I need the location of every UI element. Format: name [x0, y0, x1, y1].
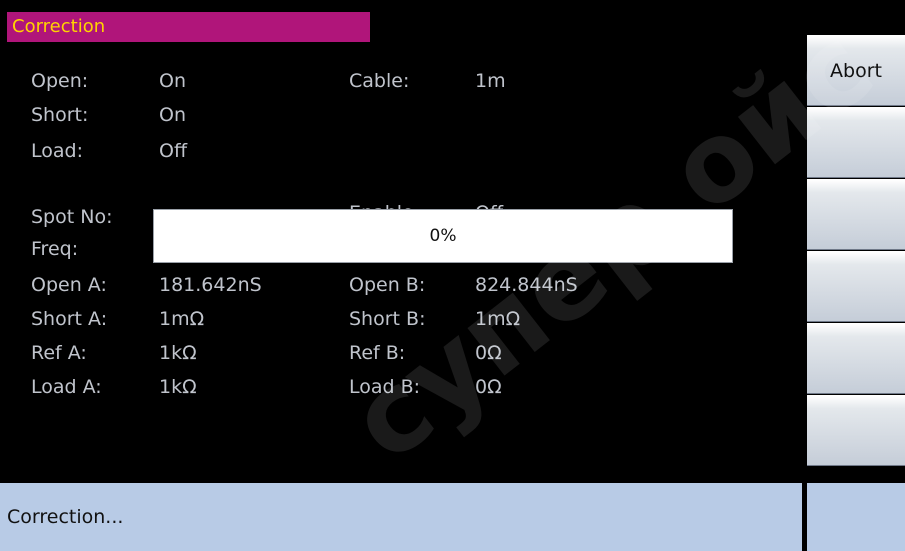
- cable-value: 1m: [475, 70, 506, 92]
- open-a-label: Open A:: [31, 274, 107, 296]
- short-a-value: 1mΩ: [159, 308, 205, 330]
- status-bar: Correction...: [0, 483, 802, 551]
- load-label: Load:: [31, 140, 83, 162]
- open-b-value: 824.844nS: [475, 274, 578, 296]
- short-b-label: Short B:: [349, 308, 426, 330]
- short-value: On: [159, 104, 186, 126]
- progress-dialog: 0%: [153, 209, 733, 263]
- open-b-label: Open B:: [349, 274, 426, 296]
- freq-label: Freq:: [31, 238, 79, 260]
- load-value: Off: [159, 140, 188, 162]
- status-bar-right: [807, 483, 905, 551]
- open-value: On: [159, 70, 186, 92]
- ref-b-label: Ref B:: [349, 342, 406, 364]
- open-label: Open:: [31, 70, 89, 92]
- short-b-value: 1mΩ: [475, 308, 521, 330]
- abort-button[interactable]: Abort: [807, 35, 905, 106]
- page-title: Correction: [7, 12, 370, 42]
- spot-label: Spot No:: [31, 206, 113, 228]
- ref-a-label: Ref A:: [31, 342, 87, 364]
- short-label: Short:: [31, 104, 89, 126]
- softkey-3[interactable]: [807, 179, 905, 250]
- softkey-5[interactable]: [807, 323, 905, 394]
- softkey-4[interactable]: [807, 251, 905, 322]
- short-a-label: Short A:: [31, 308, 108, 330]
- load-b-value: 0Ω: [475, 376, 502, 398]
- cable-label: Cable:: [349, 70, 410, 92]
- softkey-2[interactable]: [807, 107, 905, 178]
- load-a-value: 1kΩ: [159, 376, 197, 398]
- load-a-label: Load A:: [31, 376, 102, 398]
- softkey-6[interactable]: [807, 395, 905, 466]
- load-b-label: Load B:: [349, 376, 421, 398]
- open-a-value: 181.642nS: [159, 274, 262, 296]
- ref-b-value: 0Ω: [475, 342, 502, 364]
- ref-a-value: 1kΩ: [159, 342, 197, 364]
